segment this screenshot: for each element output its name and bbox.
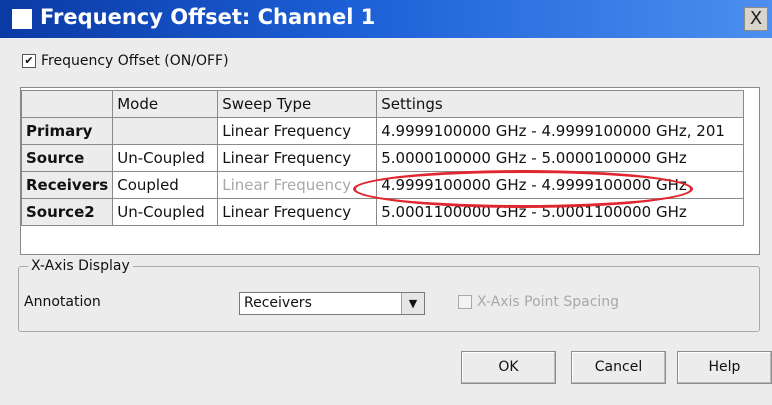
chevron-down-icon[interactable]: ▼ (401, 293, 424, 314)
mode-cell[interactable]: Un-Coupled (112, 198, 219, 226)
annotation-select-value: Receivers (244, 295, 312, 311)
frequency-offset-checkbox[interactable]: ✔ (22, 54, 36, 68)
window-title: Frequency Offset: Channel 1 (40, 5, 376, 29)
row-name: Receivers (20, 171, 114, 199)
header-mode: Mode (112, 90, 219, 118)
row-name: Source2 (20, 198, 114, 226)
mode-cell[interactable]: Coupled (112, 171, 219, 199)
cancel-button[interactable]: Cancel (571, 351, 666, 384)
sweep-cell[interactable]: Linear Frequency (217, 117, 378, 145)
annotation-select[interactable]: Receivers ▼ (239, 292, 425, 315)
row-name: Primary (20, 117, 114, 145)
sweep-cell[interactable]: Linear Frequency (217, 144, 378, 172)
close-button[interactable]: X (744, 7, 768, 31)
frequency-offset-toggle[interactable]: ✔ Frequency Offset (ON/OFF) (22, 53, 229, 69)
settings-cell[interactable]: 5.0000100000 GHz - 5.0000100000 GHz (376, 144, 745, 172)
settings-cell[interactable]: 4.9999100000 GHz - 4.9999100000 GHz, 201 (376, 117, 745, 145)
header-sweep-type: Sweep Type (217, 90, 378, 118)
offset-grid: Mode Sweep Type Settings Primary Linear … (20, 87, 760, 255)
x-axis-point-spacing-option: X-Axis Point Spacing (458, 294, 619, 310)
help-button[interactable]: Help (677, 351, 772, 384)
x-axis-point-spacing-label: X-Axis Point Spacing (477, 294, 620, 310)
header-settings: Settings (376, 90, 745, 118)
title-bar: Frequency Offset: Channel 1 X (0, 0, 772, 38)
sweep-cell[interactable]: Linear Frequency (217, 198, 378, 226)
mode-cell[interactable] (112, 117, 219, 145)
mode-cell[interactable]: Un-Coupled (112, 144, 219, 172)
table-header-row: Mode Sweep Type Settings (20, 90, 745, 118)
highlight-ellipse (353, 170, 693, 208)
header-blank (20, 90, 114, 118)
x-axis-point-spacing-checkbox (458, 295, 472, 309)
ok-button[interactable]: OK (461, 351, 556, 384)
table-row[interactable]: Primary Linear Frequency 4.9999100000 GH… (20, 117, 745, 145)
sweep-cell-disabled: Linear Frequency (217, 171, 378, 199)
row-name: Source (20, 144, 114, 172)
frequency-offset-label: Frequency Offset (ON/OFF) (41, 53, 229, 69)
offset-table: Mode Sweep Type Settings Primary Linear … (20, 90, 745, 226)
table-row[interactable]: Source Un-Coupled Linear Frequency 5.000… (20, 144, 745, 172)
window-icon (12, 9, 32, 29)
annotation-label: Annotation (24, 294, 101, 310)
x-axis-display-label: X-Axis Display (28, 258, 133, 274)
